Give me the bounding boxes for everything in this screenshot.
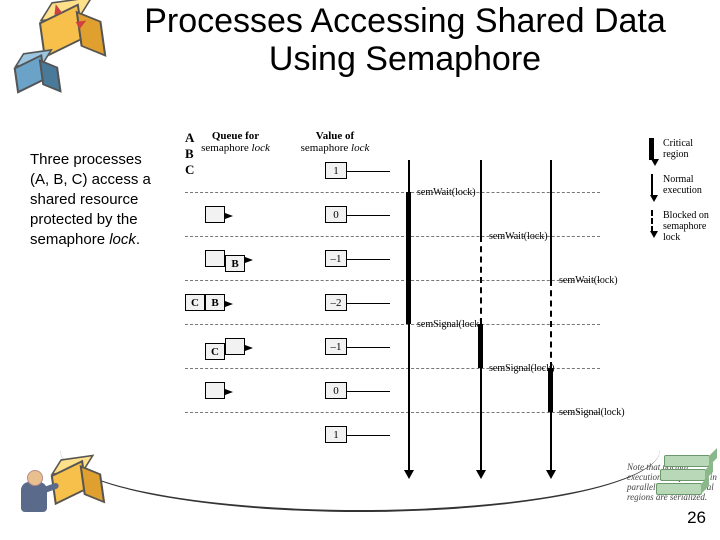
decor-swoop: [60, 450, 660, 512]
time-divider: [185, 192, 600, 193]
evt-A-wait: semWait(lock): [417, 187, 476, 198]
sem-value: 0: [325, 382, 347, 399]
col-C: C: [185, 162, 665, 178]
decor-servers-icon: [654, 455, 714, 510]
sem-value: 0: [325, 206, 347, 223]
evt-A-signal: semSignal(lock): [417, 319, 483, 330]
decor-cubes-top-left: [8, 8, 103, 103]
sem-value: –1: [325, 338, 347, 355]
legend: Critical region Normal execution Blocked…: [651, 138, 713, 257]
sem-value: 1: [325, 426, 347, 443]
queue-row: [205, 382, 233, 399]
sem-value: –1: [325, 250, 347, 267]
slide: Processes Accessing Shared Data Using Se…: [0, 0, 720, 540]
queue-row: [205, 206, 233, 223]
queue-row: CB: [185, 294, 233, 311]
person-icon: [15, 470, 55, 525]
decor-bottom-left: [5, 460, 115, 530]
sem-value: –2: [325, 294, 347, 311]
queue-row: B: [205, 250, 253, 267]
slide-description: Three processes (A, B, C) access a share…: [30, 150, 180, 250]
slide-title: Processes Accessing Shared Data Using Se…: [110, 2, 700, 78]
evt-B-signal: semSignal(lock): [489, 363, 555, 374]
evt-B-wait: semWait(lock): [489, 231, 548, 242]
queue-row: C: [205, 338, 253, 355]
evt-C-signal: semSignal(lock): [559, 407, 625, 418]
page-number: 26: [687, 508, 706, 528]
sem-value: 1: [325, 162, 347, 179]
semaphore-diagram: Queue for semaphore lock Value of semaph…: [185, 130, 665, 500]
value-header: Value of semaphore lock: [295, 130, 375, 154]
evt-C-wait: semWait(lock): [559, 275, 618, 286]
queue-header: Queue for semaphore lock: [193, 130, 278, 154]
